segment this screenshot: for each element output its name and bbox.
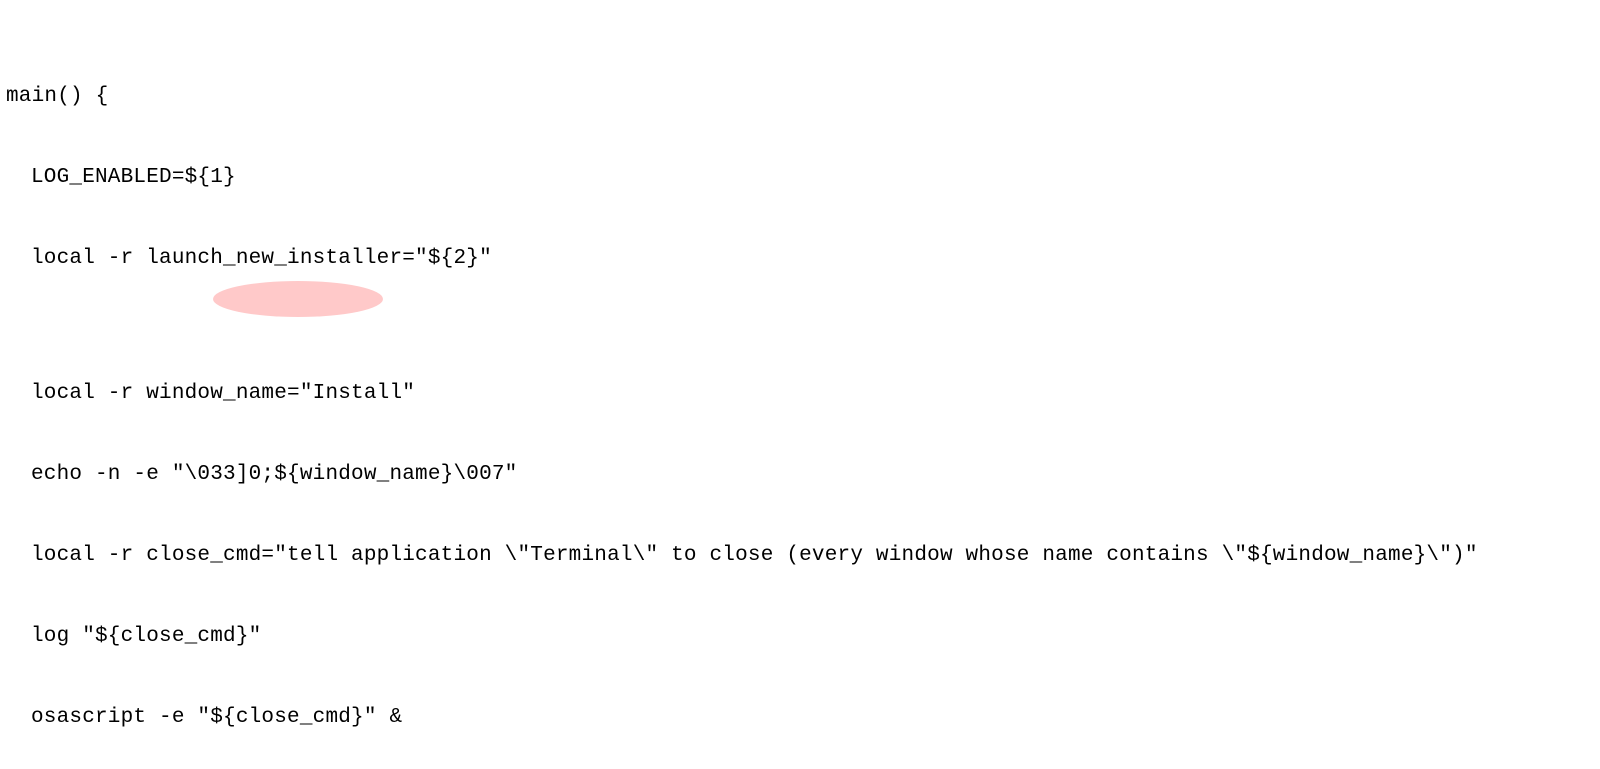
- code-line: local -r close_cmd="tell application \"T…: [6, 542, 1594, 569]
- highlight-ellipse: [213, 281, 383, 317]
- code-block: main() { LOG_ENABLED=${1} local -r launc…: [0, 0, 1600, 769]
- code-line: main() {: [6, 83, 1594, 110]
- code-line: echo -n -e "\033]0;${window_name}\007": [6, 461, 1594, 488]
- code-line: LOG_ENABLED=${1}: [6, 164, 1594, 191]
- code-line: osascript -e "${close_cmd}" &: [6, 704, 1594, 731]
- code-line: local -r window_name="Install": [6, 380, 1594, 407]
- code-line: local -r launch_new_installer="${2}": [6, 245, 1594, 272]
- code-line: log "${close_cmd}": [6, 623, 1594, 650]
